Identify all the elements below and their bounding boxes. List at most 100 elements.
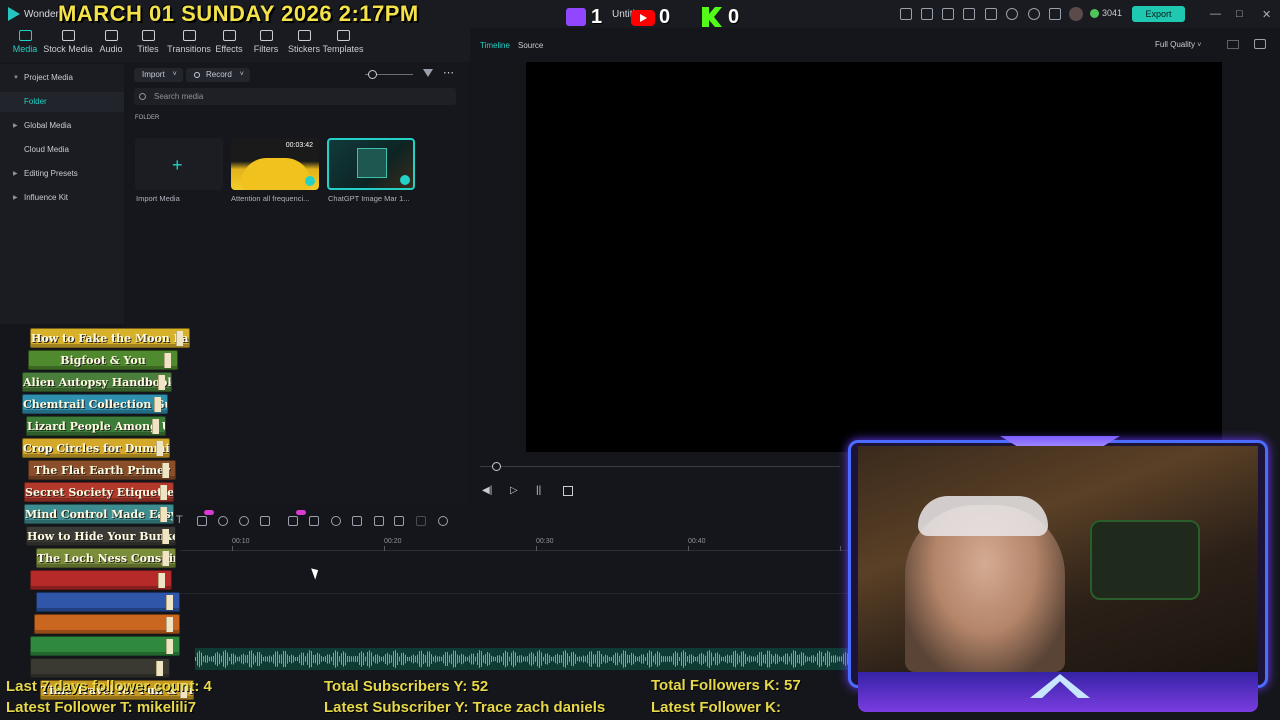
minimize-icon[interactable]: — [1210, 8, 1221, 20]
book-spine [30, 636, 180, 656]
screen-icon[interactable] [942, 8, 954, 20]
transition-icon [182, 30, 196, 41]
audio-waveform[interactable] [195, 648, 850, 670]
speed-icon[interactable] [218, 516, 228, 526]
book-spine: Lizard People Among Us [26, 416, 166, 436]
thumbnail-art [357, 148, 387, 178]
ai-effect-icon[interactable] [331, 516, 341, 526]
ruler-tick-label: 00:30 [536, 538, 554, 545]
tab-source[interactable]: Source [518, 41, 543, 50]
previous-frame-icon[interactable]: ◀| [482, 485, 492, 496]
webcam-background-monitor [1090, 520, 1200, 600]
latest-subscriber-youtube: Latest Subscriber Y: Trace zach daniels [324, 699, 606, 716]
book-spine: Mind Control Made Easy [24, 504, 174, 524]
adjust-icon[interactable] [260, 516, 270, 526]
text-icon [141, 30, 155, 41]
ruler-tick-label: 00:10 [232, 538, 250, 545]
filter-icon [259, 30, 273, 41]
stop-icon[interactable] [563, 486, 573, 496]
sidebar-item-folder[interactable]: Folder [0, 92, 124, 112]
tool-templates[interactable]: Templates [316, 30, 370, 54]
gift-icon[interactable] [900, 8, 912, 20]
date-time-overlay: MARCH 01 SUNDAY 2026 2:17PM [58, 1, 419, 26]
sidebar-item-global-media[interactable]: ▶ Global Media [0, 116, 124, 136]
ai-text-icon[interactable] [288, 516, 298, 526]
help-icon[interactable] [1028, 8, 1040, 20]
sidebar-item-cloud-media[interactable]: Cloud Media [0, 140, 124, 160]
total-subscribers-youtube: Total Subscribers Y: 52 [324, 678, 489, 695]
sticker-icon [297, 30, 311, 41]
followers-7-days: Last 7 days follower count: 4 [6, 678, 212, 695]
book-spine: Alien Autopsy Handbook [22, 372, 172, 392]
credits-icon [1090, 9, 1099, 18]
search-icon [139, 93, 146, 100]
import-dropdown[interactable]: Import ˅ [134, 68, 183, 82]
quality-dropdown[interactable]: Full Quality ˅ [1155, 40, 1201, 49]
keyframe-icon[interactable] [239, 516, 249, 526]
transform-icon[interactable] [394, 516, 404, 526]
book-spine: The Flat Earth Primer [28, 460, 176, 480]
template-icon [336, 30, 350, 41]
stock-media-icon [61, 30, 75, 41]
ruler-tick-label: 00:40 [688, 538, 706, 545]
motion-track-icon[interactable] [352, 516, 362, 526]
chevron-down-icon: ˅ [1197, 42, 1202, 49]
preview-scrubber[interactable] [480, 466, 840, 467]
save-icon[interactable] [985, 8, 997, 20]
sidebar-item-project-media[interactable]: ▼ Project Media [0, 68, 124, 88]
record-icon [194, 72, 200, 78]
pro-badge [204, 510, 214, 515]
scrubber-handle[interactable] [492, 462, 501, 471]
media-thumbnail-image[interactable] [327, 138, 415, 190]
youtube-play-icon [640, 14, 647, 22]
slider-handle[interactable] [368, 70, 377, 79]
color-match-icon[interactable] [438, 516, 448, 526]
caret-right-icon: ▶ [13, 195, 18, 201]
book-spine [36, 592, 180, 612]
book-spine: Crop Circles for Dummies [22, 438, 170, 458]
check-icon [400, 175, 410, 185]
webcam-person-hair [918, 496, 1048, 536]
caret-down-icon: ▼ [13, 75, 19, 81]
display-settings-icon[interactable] [1254, 39, 1266, 49]
cloud-icon[interactable] [1006, 8, 1018, 20]
book-spine: Bigfoot & You [28, 350, 178, 370]
total-followers-kick: Total Followers K: 57 [651, 677, 801, 694]
book-spine: Secret Society Etiquette [24, 482, 174, 502]
import-media-tile[interactable]: + [135, 138, 223, 190]
export-button[interactable]: Export [1132, 6, 1185, 22]
media-thumbnail-audio[interactable]: 00:03:42 [231, 138, 319, 190]
search-input[interactable] [154, 89, 434, 104]
close-icon[interactable]: ✕ [1262, 8, 1271, 21]
translate-icon[interactable] [416, 516, 426, 526]
record-dropdown[interactable]: Record ˅ [186, 68, 250, 82]
check-icon [305, 176, 315, 186]
apps-icon[interactable] [1049, 8, 1061, 20]
more-options-icon[interactable]: ⋯ [443, 66, 454, 79]
send-icon[interactable] [921, 8, 933, 20]
audio-edit-icon[interactable] [309, 516, 319, 526]
play-icon[interactable]: ▷ [510, 485, 518, 496]
avatar[interactable] [1069, 7, 1083, 21]
video-track[interactable] [180, 593, 850, 594]
media-caption: Attention all frequenci... [231, 194, 310, 203]
ai-portrait-icon[interactable] [374, 516, 384, 526]
layout-icon[interactable] [963, 8, 975, 20]
plus-icon: + [172, 155, 183, 175]
twitch-icon [566, 8, 586, 26]
filter-icon[interactable] [423, 69, 433, 77]
timeline-ruler[interactable] [180, 550, 850, 551]
credits-count: 3041 [1102, 8, 1123, 18]
maximize-icon[interactable]: □ [1236, 8, 1243, 20]
pause-icon[interactable]: || [536, 485, 541, 496]
book-spine: How to Hide Your Bunker [26, 526, 176, 546]
snapshot-icon[interactable] [1227, 40, 1239, 49]
thumbnail-art [241, 158, 311, 190]
ruler-tick-label: 00:20 [384, 538, 402, 545]
preview-screen [526, 62, 1222, 452]
effects-icon [222, 30, 236, 41]
tab-timeline[interactable]: Timeline [480, 41, 510, 50]
latest-follower-kick: Latest Follower K: [651, 699, 782, 716]
sidebar-item-influence-kit[interactable]: ▶ Influence Kit [0, 188, 124, 208]
sidebar-item-editing-presets[interactable]: ▶ Editing Presets [0, 164, 124, 184]
